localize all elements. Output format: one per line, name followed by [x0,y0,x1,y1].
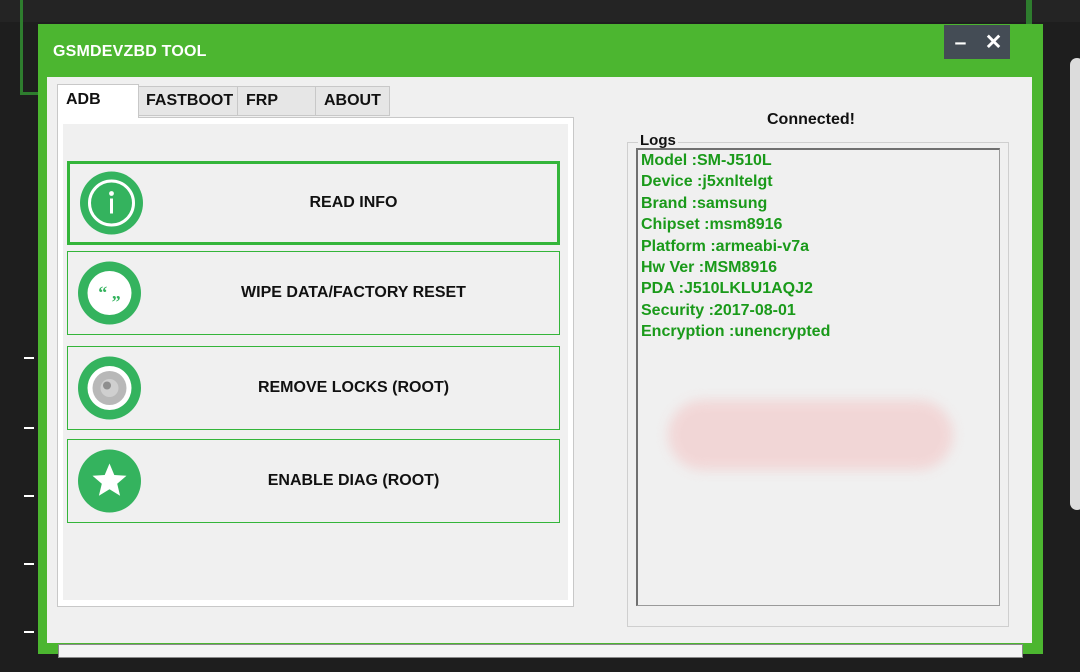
info-icon [80,171,143,235]
remove-locks-button[interactable]: REMOVE LOCKS (ROOT) [67,346,560,430]
window-title: GSMDEVZBD TOOL [53,43,207,60]
connection-status: Connected! [767,111,855,128]
background-window-strip [0,0,1080,22]
svg-text:“ „: “ „ [98,283,121,303]
minimize-button[interactable]: – [948,32,974,53]
log-line: Device :j5xnltelgt [641,173,773,190]
camera-lens-icon [78,356,141,420]
app-window: GSMDEVZBD TOOL – ✕ ADB FASTBOOT FRP ABOU… [38,24,1043,658]
tab-fastboot[interactable]: FASTBOOT [137,86,239,116]
log-line: Platform :armeabi-v7a [641,238,810,255]
background-scrollbar [1070,58,1080,510]
background-dash [24,357,34,359]
wipe-data-label: WIPE DATA/FACTORY RESET [241,284,466,301]
quote-icon: “ „ [78,261,141,325]
tab-frp[interactable]: FRP [237,86,317,116]
background-dash [24,631,34,633]
background-window-edge [20,0,39,95]
background-dash [24,495,34,497]
log-line: Hw Ver :MSM8916 [641,259,778,276]
log-line: Security :2017-08-01 [641,302,796,319]
enable-diag-label: ENABLE DIAG (ROOT) [267,472,440,489]
star-icon [78,449,141,513]
log-line: Model :SM-J510L [641,152,772,169]
tab-adb[interactable]: ADB [57,84,139,118]
read-info-label: READ INFO [309,194,398,211]
background-dash [24,427,34,429]
tab-about[interactable]: ABOUT [315,86,390,116]
enable-diag-button[interactable]: ENABLE DIAG (ROOT) [67,439,560,523]
log-line: Brand :samsung [641,195,768,212]
close-button[interactable]: ✕ [981,32,1007,53]
background-window-edge-right [1026,0,1032,26]
progress-bar [58,644,1023,658]
redaction-smudge [668,400,953,470]
remove-locks-label: REMOVE LOCKS (ROOT) [257,379,450,396]
log-line: Chipset :msm8916 [641,216,783,233]
logs-title: Logs [638,132,678,149]
window-client-area: ADB FASTBOOT FRP ABOUT READ INFO “ „ WIP… [47,77,1032,658]
window-controls: – ✕ [944,25,1010,59]
logs-textbox[interactable]: Model :SM-J510L Device :j5xnltelgt Brand… [636,148,1000,606]
wipe-data-button[interactable]: “ „ WIPE DATA/FACTORY RESET [67,251,560,335]
log-line: PDA :J510LKLU1AQJ2 [641,280,813,297]
log-line: Encryption :unencrypted [641,323,831,340]
read-info-button[interactable]: READ INFO [67,161,560,245]
background-dash [24,563,34,565]
